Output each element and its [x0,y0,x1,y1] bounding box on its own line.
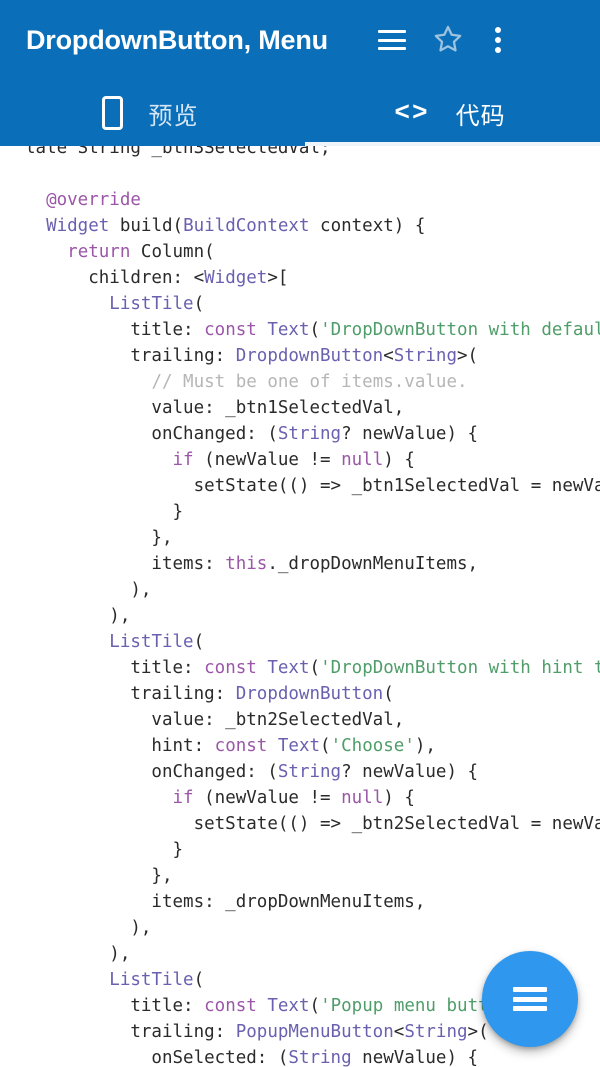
code-line: }, [25,866,173,886]
code-line: if (newValue != null) { [172,788,415,808]
code-line: @override [46,190,141,210]
hamburger-icon [513,987,547,1011]
code-line: trailing: DropdownButton( [25,684,394,704]
tab-code[interactable]: <> 代码 [300,80,600,146]
code-line: } [25,840,184,860]
code-line: title: const Text('DropDownButton with h… [25,658,600,678]
page-title: DropdownButton, Menu [26,24,328,55]
code-line: }, [25,528,173,548]
floating-action-button[interactable] [482,951,578,1047]
code-line: children: <Widget>[ [25,268,289,288]
code-brackets-icon: <> [394,98,430,128]
code-line: ListTile( [109,632,205,652]
code-content: late String _btn3SelectedVal; @override … [0,146,600,1067]
code-line: // Must be one of items.value. [151,372,468,392]
star-outline-icon [434,25,462,52]
code-line: items: this._dropDownMenuItems, [25,554,479,574]
code-line: setState(() => _btn1SelectedVal = newVal… [25,476,600,496]
tab-code-label: 代码 [455,102,506,130]
code-line: onSelected: (String newValue) { [25,1048,479,1067]
phone-icon [101,96,123,130]
code-line: ), [25,606,131,626]
code-line: } [25,502,184,522]
code-line: return Column( [67,242,215,262]
code-line: title: const Text('DropDownButton with d… [25,320,600,340]
app-bar: DropdownButton, Menu [0,0,600,80]
favorite-button[interactable] [420,12,476,68]
code-line: items: _dropDownMenuItems, [25,892,426,912]
code-viewer[interactable]: late String _btn3SelectedVal; @override … [0,146,600,1067]
more-vertical-icon [495,27,501,53]
code-line: onChanged: (String? newValue) { [25,762,479,782]
tab-preview[interactable]: 预览 [0,80,300,146]
code-line: onChanged: (String? newValue) { [25,424,479,444]
hamburger-icon [378,30,406,50]
code-line: late String _btn3SelectedVal; [25,146,331,158]
code-line: setState(() => _btn2SelectedVal = newVal… [25,814,600,834]
code-line: if (newValue != null) { [172,450,415,470]
code-line: Widget build(BuildContext context) { [46,216,426,236]
code-line: hint: const Text('Choose'), [25,736,436,756]
code-line: value: _btn1SelectedVal, [25,398,405,418]
tab-preview-label: 预览 [148,102,199,130]
code-line: ListTile( [109,294,205,314]
code-line: value: _btn2SelectedVal, [25,710,405,730]
code-line: ), [25,918,152,938]
menu-button[interactable] [364,12,420,68]
tab-bar: 预览 <> 代码 [0,80,600,146]
code-line: trailing: DropdownButton<String>( [25,346,479,366]
app-bar-actions [364,12,520,68]
overflow-menu-button[interactable] [476,12,520,68]
code-line: ), [25,580,152,600]
